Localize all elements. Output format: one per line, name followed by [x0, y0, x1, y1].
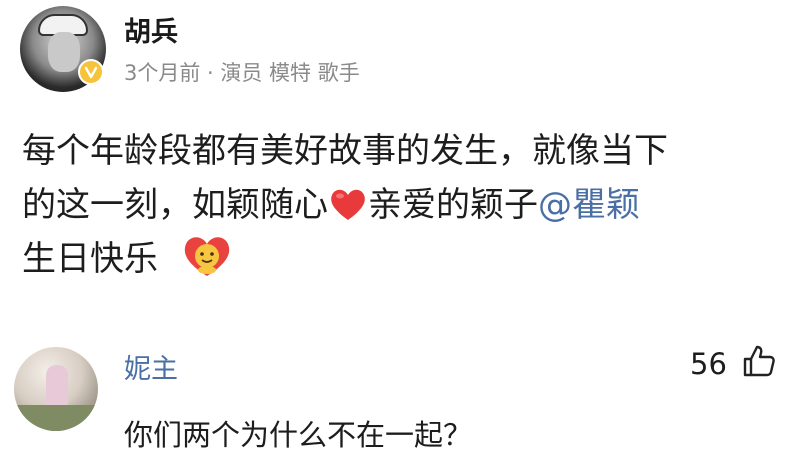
comment-text: 你们两个为什么不在一起？ [124, 418, 473, 452]
commenter-name[interactable]: 妮主 [124, 347, 178, 386]
post-line-1: 每个年龄段都有美好故事的发生，就像当下 [22, 131, 668, 171]
post-line-2-after: 亲爱的颖子 [368, 185, 538, 225]
post-line-2-before: 的这一刻，如颖随心 [22, 185, 328, 225]
post-line-3-text: 生日快乐 [22, 239, 158, 279]
commenter-avatar[interactable] [14, 347, 98, 431]
like-count: 56 [690, 347, 727, 381]
post-line-3: 生日快乐 [22, 232, 772, 286]
avatar-background [14, 405, 98, 431]
author-name[interactable]: 胡兵 [124, 10, 178, 49]
post-line-2: 的这一刻，如颖随心 亲爱的颖子@瞿颖 [22, 178, 772, 232]
post-body: 每个年龄段都有美好故事的发生，就像当下 的这一刻，如颖随心 亲爱的颖子@瞿颖 生日… [22, 124, 772, 286]
mention-link[interactable]: @瞿颖 [538, 185, 640, 225]
verified-badge-icon [78, 59, 104, 85]
thumbs-up-icon[interactable] [742, 344, 776, 378]
avatar-face [48, 32, 80, 72]
post-meta: 3个月前 · 演员 模特 歌手 [124, 61, 360, 85]
red-heart-emoji-icon [328, 184, 368, 220]
heart-hug-emoji-icon [180, 232, 234, 280]
